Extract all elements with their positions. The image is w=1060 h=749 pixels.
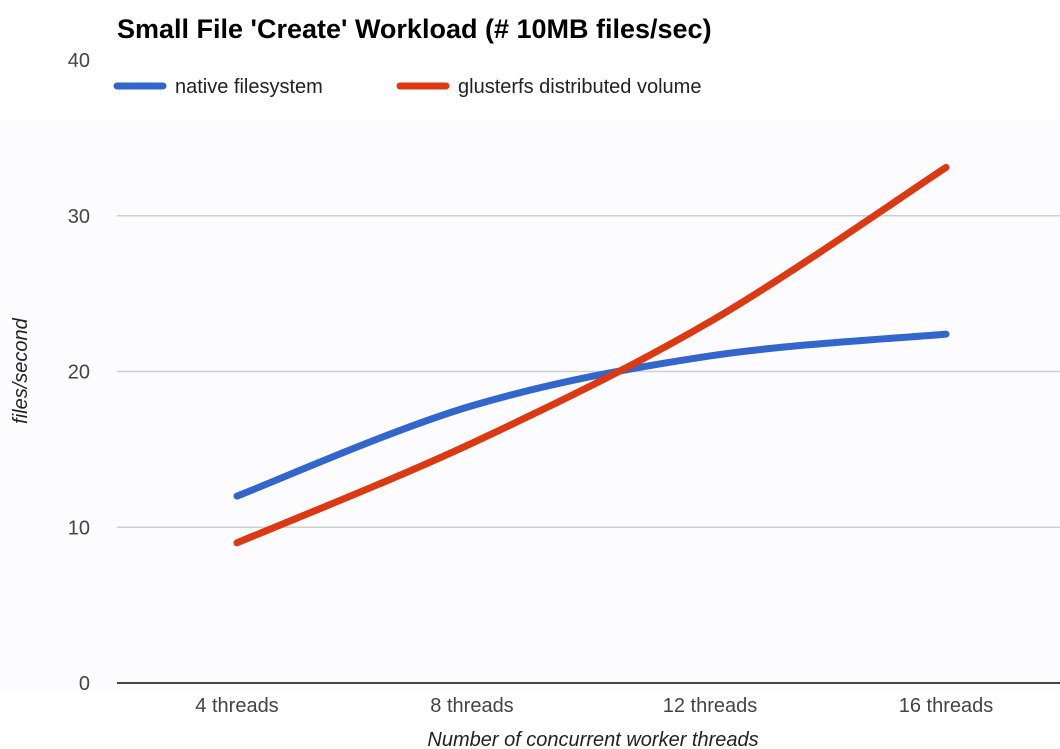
y-tick-label: 20 [68,362,90,384]
x-tick-label: 12 threads [663,695,758,717]
y-tick-label: 0 [79,673,90,695]
x-tick-label: 4 threads [195,695,278,717]
y-tick-label: 10 [68,517,90,539]
chart-title: Small File 'Create' Workload (# 10MB fil… [117,14,712,44]
x-tick-label: 16 threads [899,695,994,717]
chart-canvas: Small File 'Create' Workload (# 10MB fil… [0,0,1060,749]
legend-label: native filesystem [175,76,323,98]
x-axis-title: Number of concurrent worker threads [427,729,758,749]
y-tick-label: 40 [68,50,90,72]
plot-background [0,120,1060,690]
x-tick-label: 8 threads [430,695,513,717]
chart: Small File 'Create' Workload (# 10MB fil… [0,0,1060,749]
y-tick-label: 30 [68,206,90,228]
legend-label: glusterfs distributed volume [458,76,701,98]
y-axis-title: files/second [10,317,32,423]
